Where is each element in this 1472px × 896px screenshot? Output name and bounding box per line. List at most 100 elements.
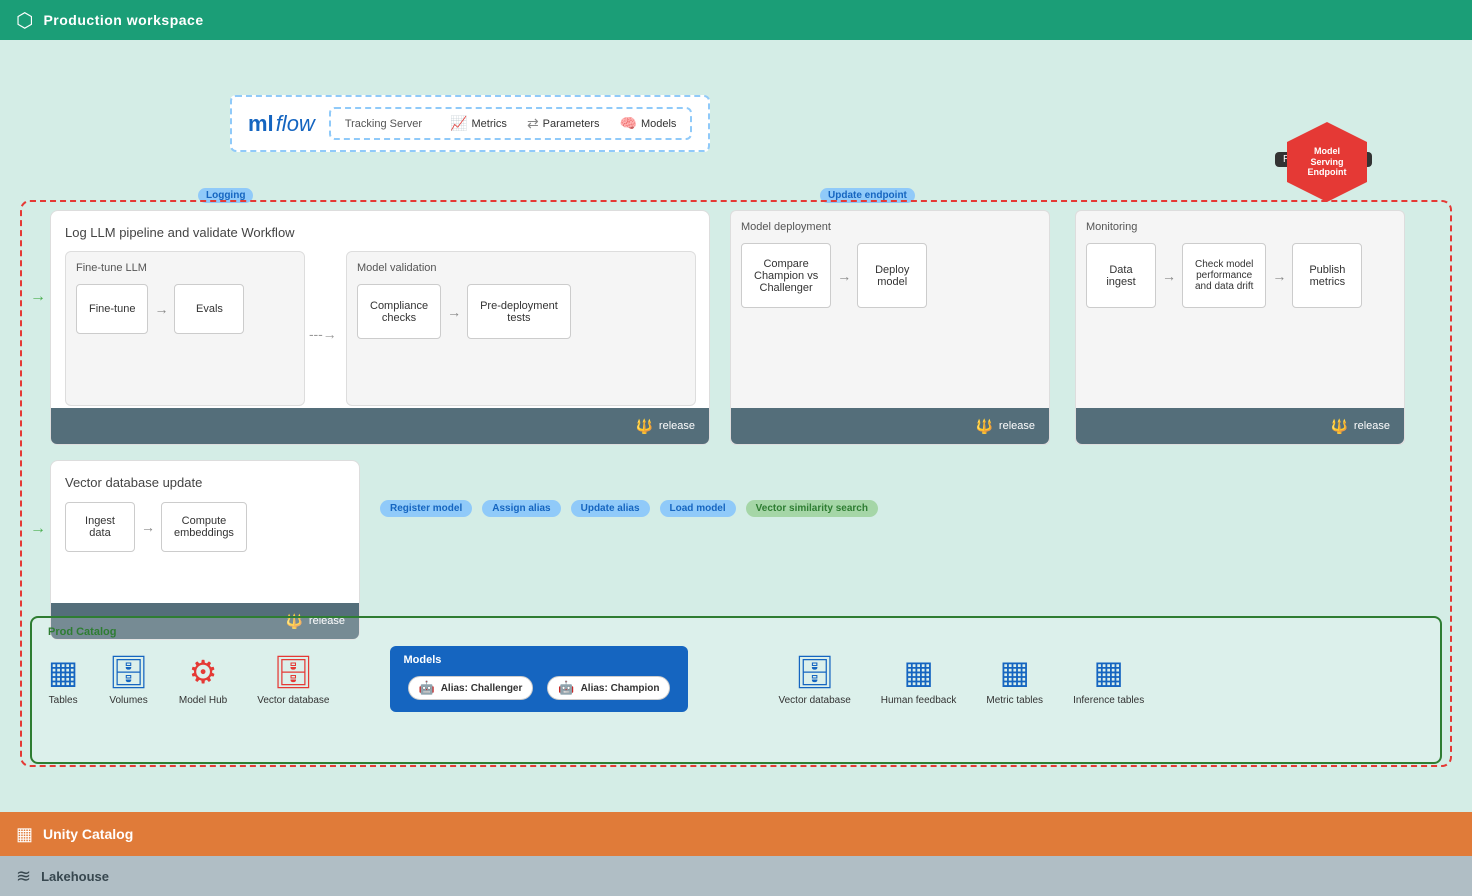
- catalog-volumes: 🗄 Volumes: [108, 653, 149, 706]
- arrow-1: →: [154, 301, 168, 317]
- hexagon-shape: Model Serving Endpoint: [1287, 122, 1367, 202]
- unity-title: Unity Catalog: [43, 826, 133, 842]
- params-icon: ⇄: [527, 115, 539, 132]
- compare-box: CompareChampion vsChallenger: [741, 243, 831, 308]
- model-val-title: Model validation: [357, 262, 685, 274]
- alias-row: 🤖 Alias: Challenger 🤖 Alias: Champion: [404, 672, 675, 704]
- models-section: Models 🤖 Alias: Challenger 🤖 Alias: Cham…: [390, 646, 689, 712]
- arrow-3: →: [837, 268, 851, 284]
- vector-db-title: Vector database update: [65, 475, 345, 490]
- models-item: 🧠 Models: [620, 115, 677, 132]
- arrow-4: →: [1162, 268, 1176, 284]
- mlflow-logo-ml: ml: [248, 111, 274, 137]
- release-bar-2: 🔱 release: [731, 408, 1049, 444]
- dashed-arrow: - - - →: [309, 326, 335, 342]
- fine-tune-row: Fine-tune → Evals: [76, 284, 294, 334]
- left-arrow-2: →: [30, 520, 46, 538]
- volumes-icon: 🗄: [108, 653, 149, 691]
- catalog-tables: ▦ Tables: [48, 653, 78, 706]
- arrow-2: →: [447, 304, 461, 320]
- evals-box: Evals: [174, 284, 244, 334]
- catalog-vector-db-right: 🗄 Vector database: [778, 653, 850, 706]
- left-arrow-1: →: [30, 288, 46, 306]
- models-icon: 🧠: [620, 115, 637, 132]
- catalog-model-hub: ⚙ Model Hub: [179, 653, 227, 706]
- workflow-title: Log LLM pipeline and validate Workflow: [65, 225, 695, 240]
- load-model-badge: Load model: [660, 500, 736, 517]
- model-hub-icon: ⚙: [189, 653, 218, 691]
- catalog-metric-tables: ▦ Metric tables: [986, 653, 1043, 706]
- fine-tune-title: Fine-tune LLM: [76, 262, 294, 274]
- workflow-box: Log LLM pipeline and validate Workflow F…: [50, 210, 710, 445]
- update-alias-badge: Update alias: [571, 500, 650, 517]
- challenger-icon: 🤖: [419, 680, 435, 696]
- publish-box: Publishmetrics: [1292, 243, 1362, 308]
- compliance-box: Compliancechecks: [357, 284, 441, 339]
- model-deployment-box: Model deployment CompareChampion vsChall…: [730, 210, 1050, 445]
- metric-tables-icon: ▦: [1000, 653, 1030, 691]
- action-badges: Register model Assign alias Update alias…: [380, 500, 878, 517]
- prod-catalog-title: Prod Catalog: [48, 626, 1424, 638]
- vector-db-box: Vector database update Ingestdata → Comp…: [50, 460, 360, 640]
- catalog-vector-db-left: 🗄 Vector database: [257, 653, 329, 706]
- unity-icon: ▦: [16, 824, 33, 845]
- release-icon-1: 🔱: [635, 418, 652, 435]
- top-bar: ⬡ Production workspace: [0, 0, 1472, 40]
- compute-box: Computeembeddings: [161, 502, 247, 552]
- main-area: ml flow Tracking Server 📈 Metrics ⇄ Para…: [0, 40, 1472, 812]
- vector-db-icon-left: 🗄: [273, 653, 314, 691]
- assign-alias-badge: Assign alias: [482, 500, 560, 517]
- alias-challenger-box: 🤖 Alias: Challenger: [408, 676, 534, 700]
- unity-catalog-bar: ▦ Unity Catalog: [0, 812, 1472, 856]
- vector-db-row: Ingestdata → Computeembeddings: [65, 502, 345, 552]
- release-icon-2: 🔱: [975, 418, 992, 435]
- tracking-server-box: Tracking Server 📈 Metrics ⇄ Parameters 🧠…: [329, 107, 693, 140]
- model-dep-row: CompareChampion vsChallenger → Deploymod…: [741, 243, 1039, 308]
- catalog-right-items: 🗄 Vector database ▦ Human feedback ▦ Met…: [778, 653, 1144, 706]
- register-model-badge: Register model: [380, 500, 472, 517]
- catalog-human-feedback: ▦ Human feedback: [881, 653, 957, 706]
- update-endpoint-badge: Update endpoint: [820, 188, 915, 203]
- catalog-inference-tables: ▦ Inference tables: [1073, 653, 1144, 706]
- mlflow-logo-flow: flow: [276, 111, 315, 137]
- bottom-bar: ≋ Lakehouse: [0, 856, 1472, 896]
- monitoring-row: Dataingest → Check modelperformanceand d…: [1086, 243, 1394, 308]
- model-validation-section: Model validation Compliancechecks → Pre-…: [346, 251, 696, 406]
- metrics-item: 📈 Metrics: [450, 115, 507, 132]
- mlflow-box: ml flow Tracking Server 📈 Metrics ⇄ Para…: [230, 95, 710, 152]
- workspace-title: Production workspace: [43, 12, 203, 28]
- release-bar-3: 🔱 release: [1076, 408, 1404, 444]
- release-bar-1: 🔱 release: [51, 408, 709, 444]
- prod-catalog: Prod Catalog ▦ Tables 🗄 Volumes ⚙ Model …: [30, 616, 1442, 764]
- alias-champion-box: 🤖 Alias: Champion: [547, 676, 670, 700]
- monitoring-box: Monitoring Dataingest → Check modelperfo…: [1075, 210, 1405, 445]
- tracking-label: Tracking Server: [345, 118, 422, 130]
- champion-icon: 🤖: [558, 680, 574, 696]
- data-ingest-box: Dataingest: [1086, 243, 1156, 308]
- tables-icon: ▦: [48, 653, 78, 691]
- inference-tables-icon: ▦: [1094, 653, 1124, 691]
- metrics-icon: 📈: [450, 115, 467, 132]
- lakehouse-icon: ≋: [16, 866, 31, 887]
- release-icon-3: 🔱: [1330, 418, 1347, 435]
- pre-deploy-box: Pre-deploymenttests: [467, 284, 571, 339]
- monitoring-title: Monitoring: [1086, 221, 1394, 233]
- lakehouse-title: Lakehouse: [41, 869, 109, 884]
- fine-tune-section: Fine-tune LLM Fine-tune → Evals: [65, 251, 305, 406]
- parameters-item: ⇄ Parameters: [527, 115, 600, 132]
- human-feedback-icon: ▦: [903, 653, 933, 691]
- fine-tune-box: Fine-tune: [76, 284, 148, 334]
- logging-badge: Logging: [198, 188, 253, 203]
- logo-icon: ⬡: [16, 8, 33, 33]
- arrow-6: →: [141, 519, 155, 535]
- vector-db-right-icon: 🗄: [794, 653, 835, 691]
- model-dep-title: Model deployment: [741, 221, 1039, 233]
- model-val-row: Compliancechecks → Pre-deploymenttests: [357, 284, 685, 339]
- model-serving-endpoint: Model Serving Endpoint: [1287, 122, 1367, 202]
- deploy-box: Deploymodel: [857, 243, 927, 308]
- check-model-box: Check modelperformanceand data drift: [1182, 243, 1266, 308]
- vector-similarity-badge: Vector similarity search: [746, 500, 878, 517]
- ingest-data-box: Ingestdata: [65, 502, 135, 552]
- arrow-5: →: [1272, 268, 1286, 284]
- catalog-items-row: ▦ Tables 🗄 Volumes ⚙ Model Hub 🗄 Vector …: [48, 646, 1424, 712]
